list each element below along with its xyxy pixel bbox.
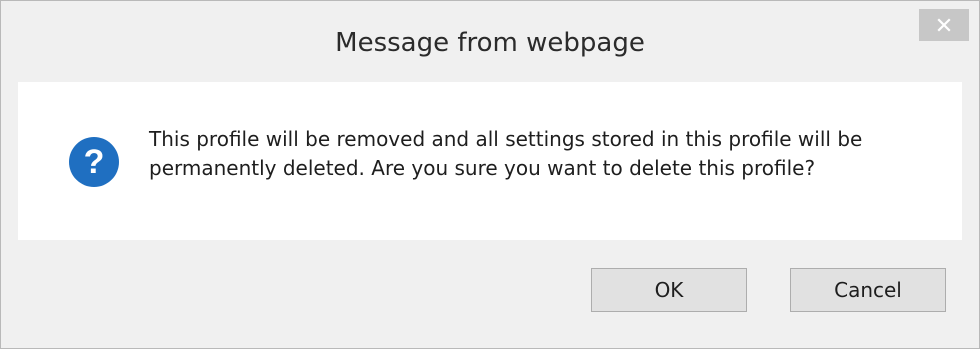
dialog-title: Message from webpage — [335, 28, 645, 58]
dialog-message: This profile will be removed and all set… — [149, 127, 863, 180]
svg-text:?: ? — [84, 143, 105, 181]
ok-button[interactable]: OK — [591, 268, 747, 312]
question-icon: ? — [69, 137, 119, 187]
message-dialog: Message from webpage ? This profile will… — [0, 0, 980, 349]
close-icon — [937, 18, 951, 32]
close-button[interactable] — [919, 9, 969, 41]
dialog-footer: OK Cancel — [18, 240, 962, 332]
dialog-content: ? This profile will be removed and all s… — [18, 82, 962, 240]
cancel-button[interactable]: Cancel — [790, 268, 946, 312]
dialog-titlebar[interactable]: Message from webpage — [1, 1, 979, 81]
